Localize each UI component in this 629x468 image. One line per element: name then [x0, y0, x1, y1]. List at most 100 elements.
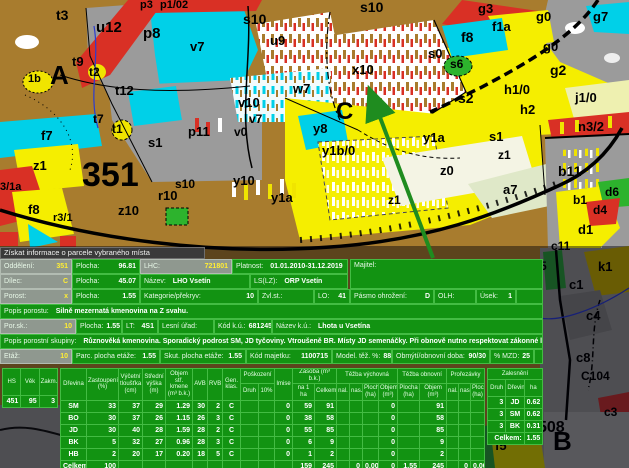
map-label: v7 — [190, 40, 204, 53]
table-cell: 29 — [143, 400, 166, 412]
table-cell: 30 — [87, 424, 119, 436]
table-cell: 0 — [350, 460, 363, 468]
table-cell — [459, 424, 471, 436]
table-cell: 0 — [275, 400, 293, 412]
map-label: n3/2 — [578, 120, 604, 133]
map-label: s0 — [428, 47, 442, 60]
map-label: 1b — [28, 74, 41, 85]
table-cell: C — [223, 412, 241, 424]
table-cell: 5 — [208, 448, 223, 460]
table-cell: 0 — [275, 448, 293, 460]
table-cell: 6 — [293, 436, 315, 448]
map-label: f1a — [492, 20, 511, 33]
map-label: y10 — [233, 174, 255, 187]
table-cell — [459, 436, 471, 448]
table-cell: JD — [61, 424, 87, 436]
app-window: t3u12p8p3p1/02v7s10u9w7t9t21bAt12v10s10g… — [0, 0, 629, 468]
table-cell — [241, 460, 259, 468]
table-cell: 37 — [119, 400, 143, 412]
panel-field: Por.sk.:10 — [0, 319, 76, 334]
panel-field: Plocha:96.81 — [72, 259, 140, 274]
table-cell — [259, 400, 275, 412]
table-cell — [241, 424, 259, 436]
panel-field: Parc. plocha etáže:1.55 — [72, 349, 160, 364]
map-label: d6 — [605, 186, 619, 198]
table-cell: 32 — [119, 436, 143, 448]
table-cell: BK — [61, 436, 87, 448]
stand-summary-table: HSVěkZakm.451953 — [2, 368, 58, 408]
map-label: f8 — [461, 30, 473, 44]
table-cell: 3 — [208, 436, 223, 448]
table-cell — [275, 460, 293, 468]
table-cell: 1.55 — [398, 460, 420, 468]
table-cell — [337, 436, 350, 448]
table-cell: 0.96 — [166, 436, 193, 448]
species-table: DřevinaZastoupení(%)Výčetnítloušťka(cm)S… — [60, 368, 485, 468]
table-cell — [241, 400, 259, 412]
map-label: r3/1 — [53, 213, 73, 224]
map-label: p1/02 — [160, 0, 188, 11]
table-cell — [143, 460, 166, 468]
table-cell — [166, 460, 193, 468]
table-cell: C — [223, 424, 241, 436]
map-label: p11 — [188, 125, 210, 138]
map-label: z1 — [33, 159, 47, 172]
table-cell — [259, 436, 275, 448]
table-cell: 100 — [87, 460, 119, 468]
table-cell — [259, 424, 275, 436]
table-cell — [337, 424, 350, 436]
map-label: g0 — [543, 40, 558, 53]
panel-field: % MZD:25 — [490, 349, 534, 364]
map-label: x10 — [352, 63, 374, 76]
map-label: u9 — [270, 34, 285, 47]
panel-field: Pásmo ohrožení:D — [350, 289, 434, 304]
panel-field: Model. těž. %:88 — [332, 349, 392, 364]
table-cell — [337, 448, 350, 460]
table-cell: 58 — [420, 412, 447, 424]
table-cell: 17 — [143, 448, 166, 460]
table-cell: 0 — [379, 412, 398, 424]
table-cell — [350, 424, 363, 436]
table-cell — [398, 436, 420, 448]
map-label: h1/0 — [504, 83, 530, 96]
panel-field: Úsek:1 — [476, 289, 516, 304]
panel-field: LHC:721801 — [140, 259, 232, 274]
panel-field: Dílec:C — [0, 274, 72, 289]
map-label: t3 — [56, 8, 68, 22]
table-cell — [447, 436, 459, 448]
table-cell — [223, 460, 241, 468]
table-cell — [363, 448, 379, 460]
panel-field: Plocha:45.07 — [72, 274, 140, 289]
table-cell — [471, 448, 485, 460]
table-cell: 0.00 — [471, 460, 485, 468]
table-cell — [241, 448, 259, 460]
table-cell: C — [223, 448, 241, 460]
table-cell — [193, 460, 208, 468]
table-cell — [459, 400, 471, 412]
panel-field: Plocha:1.55 — [76, 319, 122, 334]
panel-field: Kód k.ú.:681245 — [214, 319, 272, 334]
map-label: f7 — [41, 129, 53, 142]
table-cell: 0 — [459, 460, 471, 468]
panel-field: Popis porostní skupiny:Různověká kmenovi… — [0, 334, 543, 349]
map-label: z1 — [498, 149, 511, 161]
majitel-field: Majitel: — [350, 259, 543, 289]
table-cell: 0 — [379, 460, 398, 468]
table-cell: 37 — [119, 412, 143, 424]
map-label: f8 — [28, 203, 40, 216]
panel-field: Porost:x — [0, 289, 72, 304]
panel-field: Oddělení:351 — [0, 259, 72, 274]
table-cell — [350, 436, 363, 448]
table-cell: 91 — [420, 400, 447, 412]
map-label: z10 — [118, 204, 139, 217]
table-cell — [398, 412, 420, 424]
panel-field: Popis porostu:Silně mezernatá kmenovina … — [0, 304, 543, 319]
panel-field: Kategorie/překryv:10 — [140, 289, 258, 304]
map-label: t9 — [72, 55, 84, 68]
table-cell — [363, 400, 379, 412]
map-label: A — [50, 62, 69, 88]
panel-field: Skut. plocha etáže:1.55 — [160, 349, 246, 364]
map-label: t12 — [115, 84, 134, 97]
map-label: w7 — [293, 82, 310, 95]
map-label: y1b/0 — [322, 144, 355, 157]
